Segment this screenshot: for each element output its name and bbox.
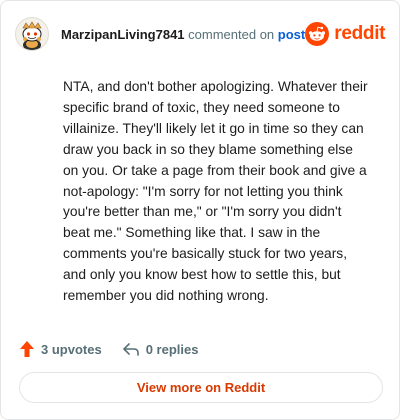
comment-header: MarzipanLiving7841 commented on post red… bbox=[15, 15, 386, 53]
reddit-brand[interactable]: reddit bbox=[305, 22, 386, 46]
post-link[interactable]: post bbox=[278, 27, 305, 42]
commented-on-text: commented on bbox=[184, 26, 278, 42]
username-link[interactable]: MarzipanLiving7841 bbox=[61, 27, 185, 42]
comment-body-text: NTA, and don't bother apologizing. Whate… bbox=[63, 79, 368, 304]
reply-arrow-icon bbox=[122, 343, 139, 356]
comment-actions: 3 upvotes 0 replies bbox=[19, 339, 198, 359]
comment-embed-card: MarzipanLiving7841 commented on post red… bbox=[0, 0, 400, 420]
reddit-logo-icon bbox=[305, 22, 330, 46]
upvote-arrow-icon bbox=[20, 341, 34, 357]
upvote-button[interactable]: 3 upvotes bbox=[19, 340, 102, 358]
replies-button[interactable]: 0 replies bbox=[122, 341, 199, 357]
upvote-count-label: 3 upvotes bbox=[41, 341, 102, 357]
reddit-wordmark: reddit bbox=[334, 23, 386, 44]
reply-count-label: 0 replies bbox=[145, 341, 199, 357]
snoo-avatar-icon bbox=[22, 21, 42, 50]
user-avatar[interactable] bbox=[15, 17, 49, 51]
comment-byline: MarzipanLiving7841 commented on post bbox=[61, 27, 305, 42]
view-more-on-reddit-button[interactable]: View more on Reddit bbox=[19, 372, 383, 403]
